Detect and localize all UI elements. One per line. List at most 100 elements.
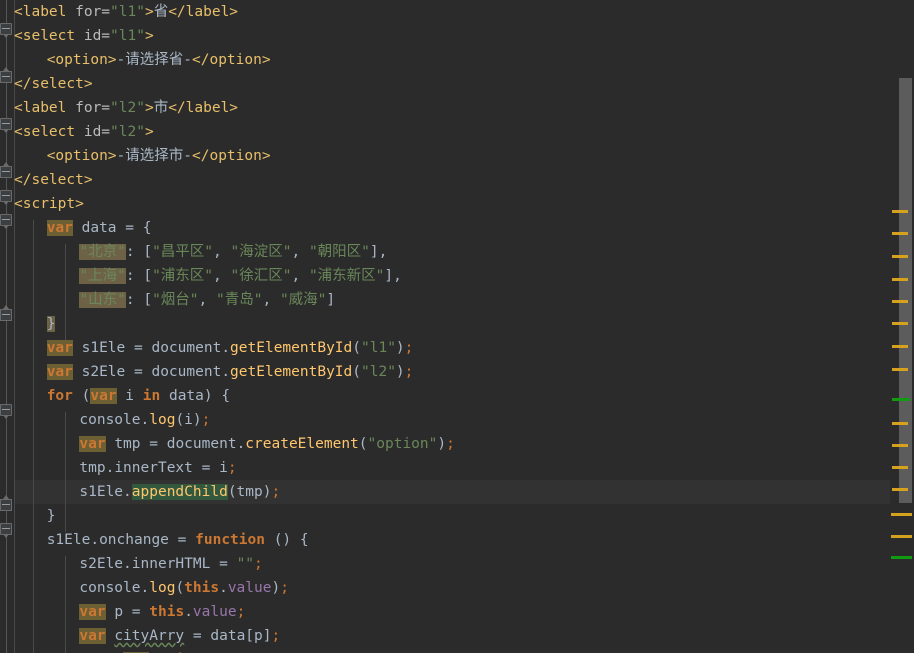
stripe-marker-warning[interactable]	[892, 466, 908, 469]
code-text-area[interactable]: <label for="l1">省</label> <select id="l1"…	[0, 0, 890, 653]
fold-arrow-icon	[3, 162, 9, 166]
code-line[interactable]: console.log(i);	[79, 408, 210, 432]
stripe-marker-warning[interactable]	[892, 210, 908, 213]
code-token: this	[149, 604, 185, 620]
code-line[interactable]: "山东": ["烟台", "青岛", "威海"]	[79, 288, 335, 312]
code-token: "l1"	[361, 340, 396, 356]
code-line[interactable]: var cityArry = data[p];	[79, 624, 280, 648]
code-line[interactable]: <script>	[14, 192, 84, 216]
code-token: ;	[236, 604, 246, 620]
code-line[interactable]: var s2Ele = document.getElementById("l2"…	[46, 360, 413, 384]
fold-gutter[interactable]	[0, 0, 14, 653]
stripe-marker-warning[interactable]	[891, 513, 912, 516]
fold-toggle-icon[interactable]	[0, 162, 13, 179]
stripe-marker-warning[interactable]	[892, 255, 908, 258]
indent-guide-level-2c	[65, 556, 67, 653]
code-token: getElementById	[230, 340, 353, 356]
code-line[interactable]: <select id="l1">	[14, 24, 154, 48]
stripe-marker-warning[interactable]	[892, 278, 908, 281]
stripe-marker-warning[interactable]	[892, 345, 908, 348]
code-token: .	[140, 580, 150, 596]
fold-toggle-icon[interactable]	[0, 190, 13, 205]
stripe-marker-warning[interactable]	[892, 444, 908, 447]
fold-toggle-icon[interactable]	[0, 404, 13, 419]
fold-toggle-icon[interactable]	[0, 67, 13, 84]
code-token: data	[72, 220, 126, 236]
stripe-marker-warning[interactable]	[892, 322, 908, 325]
fold-arrow-icon	[3, 201, 9, 205]
fold-toggle-box	[0, 309, 12, 321]
code-line[interactable]: var p = this.value;	[79, 600, 245, 624]
code-line[interactable]: s1Ele.onchange = function () {	[47, 528, 309, 552]
code-token: innerText	[114, 460, 202, 476]
code-line[interactable]: }	[46, 312, 56, 336]
stripe-marker-warning[interactable]	[892, 368, 908, 371]
code-token: "浦东区"	[152, 268, 214, 284]
code-line[interactable]: console.log(this.value);	[79, 576, 289, 600]
code-line[interactable]: </select>	[14, 72, 93, 96]
code-token: ,	[262, 292, 280, 308]
code-token: s1Ele	[79, 484, 124, 500]
code-line[interactable]: s2Ele.innerHTML = "";	[79, 552, 262, 576]
code-token: innerHTML	[131, 556, 220, 572]
fold-toggle-icon[interactable]	[0, 495, 13, 512]
code-token: ;	[280, 580, 289, 596]
code-token: .	[221, 340, 231, 356]
code-token: .	[221, 364, 231, 380]
fold-minus-icon	[2, 409, 10, 410]
code-line[interactable]: var s1Ele = document.getElementById("l1"…	[46, 336, 414, 360]
stripe-marker-warning[interactable]	[891, 535, 912, 538]
code-line[interactable]: "上海": ["浦东区", "徐汇区", "浦东新区"],	[79, 264, 402, 288]
code-line[interactable]: <option>-请选择省-</option>	[47, 48, 271, 72]
code-editor[interactable]: <label for="l1">省</label> <select id="l1"…	[0, 0, 914, 653]
code-line[interactable]: tmp.innerText = i;	[79, 456, 236, 480]
fold-toggle-icon[interactable]	[0, 23, 13, 38]
code-token: <option>	[46, 52, 117, 68]
code-token: s2Ele	[79, 556, 124, 572]
stripe-marker-ok[interactable]	[892, 398, 910, 401]
code-line[interactable]: <label for="l1">省</label>	[14, 0, 238, 24]
code-token: "l1"	[110, 4, 145, 20]
code-line[interactable]: "北京": ["昌平区", "海淀区", "朝阳区"],	[79, 240, 387, 264]
code-token: (i)	[175, 412, 202, 428]
code-token: >	[144, 4, 154, 20]
code-token: ],	[369, 244, 388, 260]
code-token: i	[219, 460, 228, 476]
stripe-marker-warning[interactable]	[892, 488, 908, 491]
fold-toggle-icon[interactable]	[0, 214, 13, 229]
code-line[interactable]: <label for="l2">市</label>	[14, 96, 238, 120]
scrollbar-error-stripe[interactable]	[890, 0, 914, 653]
fold-toggle-icon[interactable]	[0, 305, 13, 322]
stripe-marker-warning[interactable]	[892, 300, 908, 303]
stripe-marker-warning[interactable]	[892, 422, 908, 425]
code-line[interactable]: s1Ele.appendChild(tmp);	[79, 480, 280, 504]
code-line[interactable]: var tmp = document.createElement("option…	[79, 432, 455, 456]
code-line[interactable]: for (var i in cityArry) {	[79, 648, 298, 653]
code-line[interactable]: }	[47, 504, 56, 528]
code-token: : [	[125, 244, 153, 260]
code-line[interactable]: for (var i in data) {	[47, 384, 230, 408]
code-token: <select	[14, 124, 84, 140]
code-token: ""	[236, 556, 255, 572]
code-token: cityArry	[114, 628, 185, 644]
vertical-scrollbar-thumb[interactable]	[899, 78, 912, 503]
stripe-marker-warning[interactable]	[892, 232, 908, 235]
code-token: var	[79, 628, 106, 644]
code-line[interactable]: <select id="l2">	[14, 120, 154, 144]
code-token: in	[142, 388, 161, 404]
code-token: data[p]	[210, 628, 272, 644]
code-line[interactable]: var data = {	[46, 216, 151, 240]
code-line[interactable]: <option>-请选择市-</option>	[47, 144, 271, 168]
code-token: document	[151, 364, 222, 380]
code-token: -请选择市-	[116, 148, 192, 164]
fold-toggle-box	[0, 499, 12, 511]
code-token: .	[184, 604, 193, 620]
code-token: ;	[271, 628, 281, 644]
fold-toggle-icon[interactable]	[0, 523, 13, 538]
code-line[interactable]: </select>	[14, 168, 93, 192]
code-token: =	[149, 436, 167, 452]
fold-toggle-icon[interactable]	[0, 118, 13, 133]
code-token: id=	[83, 28, 111, 44]
code-token: ;	[404, 340, 414, 356]
stripe-marker-ok[interactable]	[891, 556, 912, 559]
